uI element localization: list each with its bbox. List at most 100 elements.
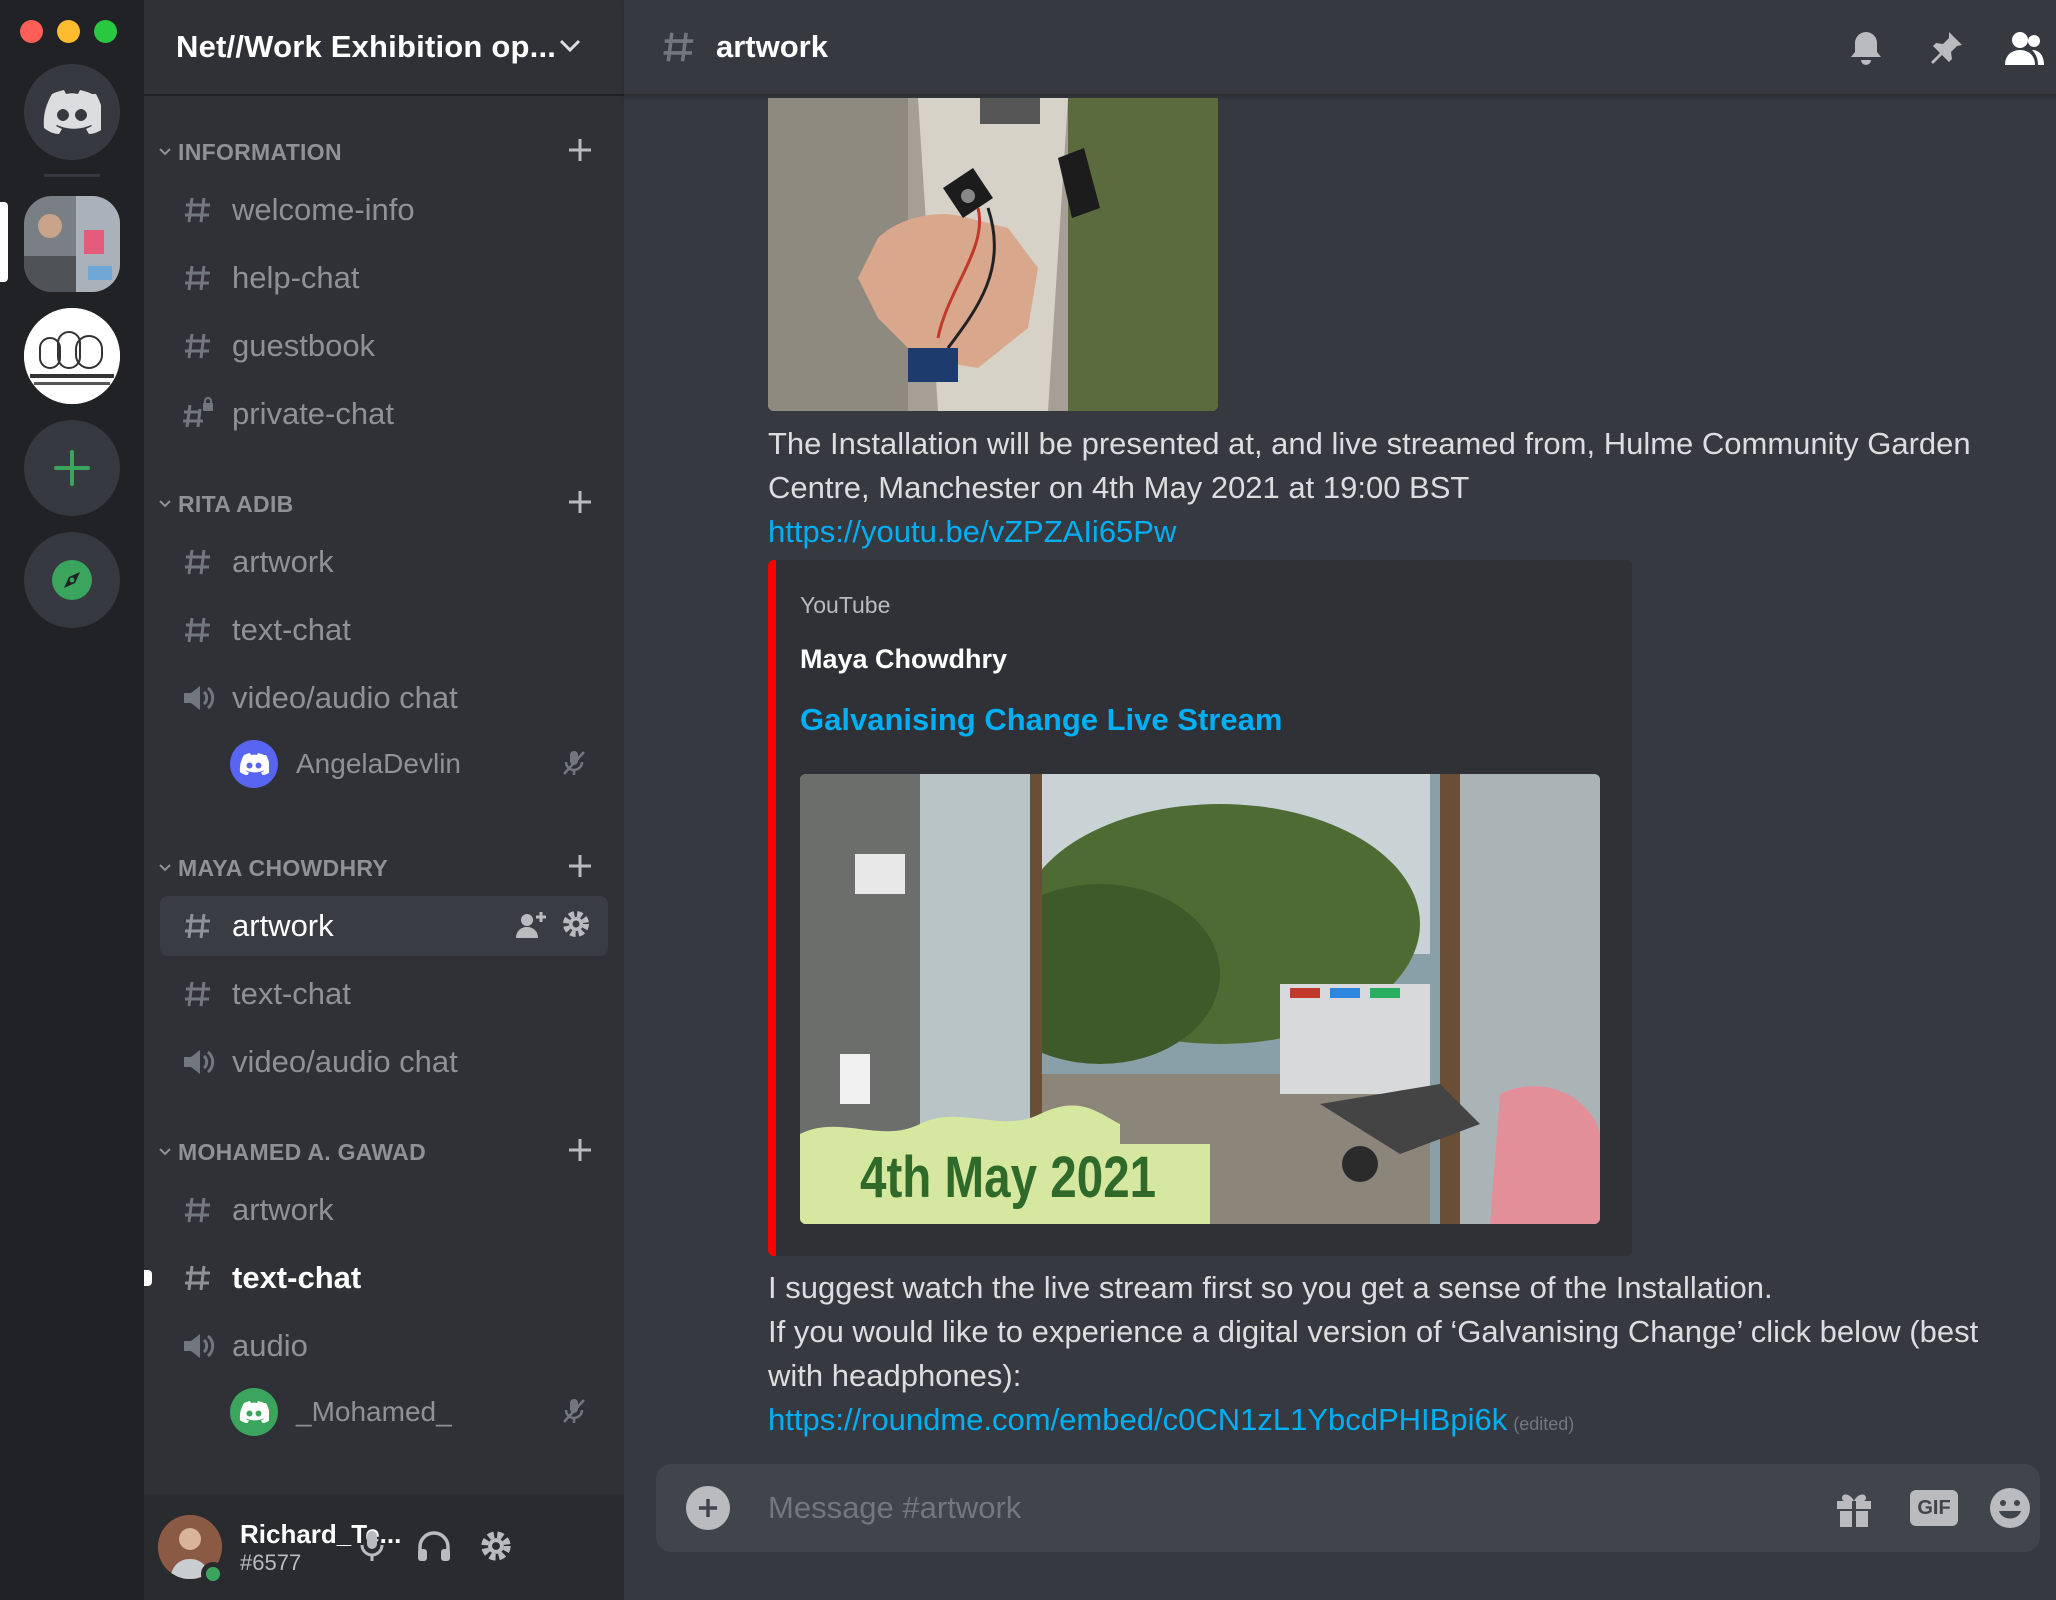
channel-maya-video-audio-chat[interactable]: video/audio chat — [160, 1032, 608, 1092]
notification-settings-button[interactable] — [1842, 24, 1890, 72]
rail-separator — [44, 174, 100, 177]
window-close-button[interactable] — [20, 20, 43, 43]
embed-author[interactable]: Maya Chowdhry — [800, 644, 1007, 675]
message-line: The Installation will be presented at, a… — [768, 426, 1971, 461]
headphones-icon — [418, 1531, 450, 1561]
discord-logo-icon — [43, 90, 101, 134]
channel-welcome-info[interactable]: welcome-info — [160, 180, 608, 240]
embed-video-thumbnail[interactable]: 4th May 2021 — [800, 774, 1600, 1224]
channel-label: guestbook — [232, 328, 376, 363]
selected-server-pill — [0, 202, 8, 282]
server-net-work-exhibition[interactable] — [24, 196, 120, 292]
thumbnail-caption: 4th May 2021 — [860, 1145, 1157, 1210]
channel-private-chat[interactable]: private-chat — [160, 384, 608, 444]
bell-icon — [1851, 32, 1881, 65]
server-rail — [0, 0, 144, 1600]
hashtag-icon — [185, 265, 210, 291]
voice-user-angeladevlin[interactable]: AngelaDevlin — [230, 736, 608, 792]
hashtag-icon — [185, 981, 210, 1007]
hashtag-icon — [185, 1197, 210, 1223]
channel-label: text-chat — [232, 976, 351, 1011]
channel-label: video/audio chat — [232, 680, 458, 715]
invite-member-icon[interactable] — [514, 908, 548, 942]
add-channel-icon[interactable] — [566, 488, 594, 516]
upload-button[interactable] — [686, 1486, 730, 1530]
channel-label: text-chat — [232, 1260, 362, 1295]
embed-provider[interactable]: YouTube — [800, 592, 890, 619]
headphones-button[interactable] — [412, 1524, 456, 1568]
unread-indicator — [144, 1270, 152, 1286]
locked-hashtag-icon — [183, 397, 213, 428]
message-attachment-image[interactable] — [768, 98, 1218, 411]
discord-logo-icon — [239, 1401, 269, 1423]
compass-icon — [52, 560, 92, 600]
category-label: MAYA CHOWDHRY — [178, 854, 389, 881]
hashtag-icon — [185, 197, 210, 223]
channel-rita-text-chat[interactable]: text-chat — [160, 600, 608, 660]
message-input[interactable] — [768, 1464, 1768, 1552]
youtube-link[interactable]: https://youtu.be/vZPZAIi65Pw — [768, 514, 1176, 549]
category-rita-adib[interactable]: RITA ADIB — [152, 484, 616, 524]
channel-label: help-chat — [232, 260, 360, 295]
message-line: I suggest watch the live stream first so… — [768, 1270, 1773, 1305]
window-minimize-button[interactable] — [57, 20, 80, 43]
category-information[interactable]: INFORMATION — [152, 132, 616, 172]
muted-mic-icon — [563, 751, 585, 775]
embed-title-link[interactable]: Galvanising Change Live Stream — [800, 702, 1282, 738]
channel-maya-artwork[interactable]: artwork — [160, 896, 608, 956]
channel-label: artwork — [232, 1192, 334, 1227]
add-channel-icon[interactable] — [566, 852, 594, 880]
add-channel-icon[interactable] — [566, 136, 594, 164]
smiley-icon — [1990, 1488, 2030, 1528]
add-channel-icon[interactable] — [566, 1136, 594, 1164]
voice-user-name: _Mohamed_ — [296, 1396, 452, 1427]
roundme-link[interactable]: https://roundme.com/embed/c0CN1zL1YbcdPH… — [768, 1402, 1507, 1437]
window-zoom-button[interactable] — [94, 20, 117, 43]
channel-mohamed-artwork[interactable]: artwork — [160, 1180, 608, 1240]
server-digital-arts-studios[interactable] — [24, 308, 120, 404]
gif-button[interactable]: GIF — [1910, 1484, 1958, 1532]
gear-icon[interactable] — [560, 908, 592, 940]
gift-button[interactable] — [1830, 1484, 1878, 1532]
hashtag-icon — [185, 1265, 210, 1291]
chat-area: artwork The Installation will be present… — [624, 0, 2056, 1600]
hashtag-icon — [663, 32, 694, 62]
gift-icon — [1837, 1494, 1871, 1527]
explore-servers-button[interactable] — [24, 532, 120, 628]
user-panel: Richard_Te... #6577 — [144, 1494, 624, 1600]
voice-user-mohamed[interactable]: _Mohamed_ — [230, 1384, 608, 1440]
channel-label: private-chat — [232, 396, 394, 431]
guild-header[interactable]: Net//Work Exhibition op... — [144, 0, 624, 96]
speaker-icon — [184, 1334, 215, 1358]
category-mohamed-a-gawad[interactable]: MOHAMED A. GAWAD — [152, 1132, 616, 1172]
channel-label: audio — [232, 1328, 308, 1363]
speaker-icon — [184, 686, 215, 710]
pinned-messages-button[interactable] — [1922, 24, 1970, 72]
channel-guestbook[interactable]: guestbook — [160, 316, 608, 376]
channel-maya-text-chat[interactable]: text-chat — [160, 964, 608, 1024]
discord-logo-icon — [239, 753, 269, 775]
guild-name: Net//Work Exhibition op... — [176, 29, 557, 64]
channel-rita-video-audio-chat[interactable]: video/audio chat — [160, 668, 608, 728]
emoji-button[interactable] — [1986, 1484, 2034, 1532]
category-maya-chowdhry[interactable]: MAYA CHOWDHRY — [152, 848, 616, 888]
chevron-down-icon — [159, 1148, 171, 1156]
channel-mohamed-text-chat[interactable]: text-chat — [160, 1248, 608, 1308]
member-list-button[interactable] — [2000, 24, 2048, 72]
microphone-button[interactable] — [350, 1524, 394, 1568]
home-button[interactable] — [24, 64, 120, 160]
channel-help-chat[interactable]: help-chat — [160, 248, 608, 308]
channel-mohamed-audio[interactable]: audio — [160, 1316, 608, 1376]
speaker-icon — [184, 1050, 215, 1074]
channel-rita-artwork[interactable]: artwork — [160, 532, 608, 592]
channel-label: artwork — [232, 544, 334, 579]
message-line: If you would like to experience a digita… — [768, 1314, 1979, 1349]
youtube-embed: YouTube Maya Chowdhry Galvanising Change… — [768, 560, 1632, 1256]
edited-label: (edited) — [1513, 1414, 1575, 1434]
add-server-button[interactable] — [24, 420, 120, 516]
online-status-icon — [201, 1562, 225, 1586]
user-settings-button[interactable] — [474, 1524, 518, 1568]
hashtag-icon — [185, 549, 210, 575]
channel-sidebar: Net//Work Exhibition op... INFORMATION w… — [144, 0, 624, 1600]
category-label: INFORMATION — [178, 138, 342, 165]
